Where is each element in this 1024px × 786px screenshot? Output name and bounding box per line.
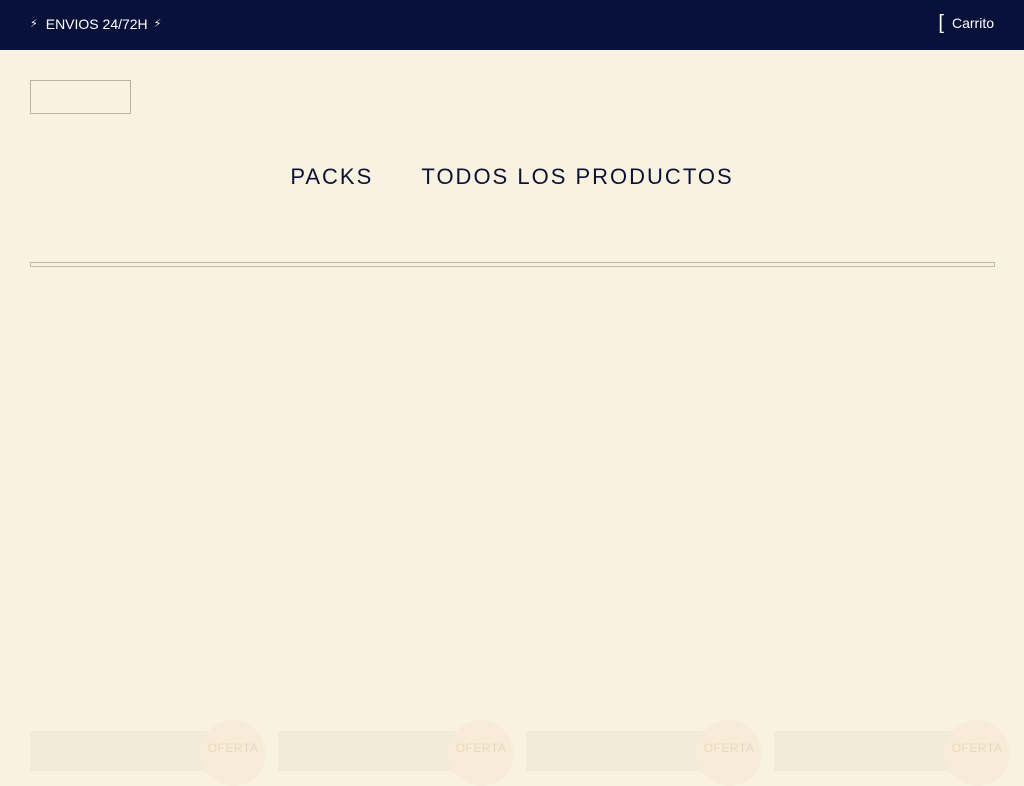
sale-badge: OFERTA xyxy=(200,720,266,786)
sale-badge: OFERTA xyxy=(944,720,1010,786)
nav-item-packs[interactable]: PACKS xyxy=(290,164,373,190)
cart-link[interactable]: [ Carrito xyxy=(938,13,994,33)
sale-badge: OFERTA xyxy=(696,720,762,786)
sale-badge: OFERTA xyxy=(448,720,514,786)
cart-bracket-icon: [ xyxy=(938,12,944,34)
lightning-icon: ⚡ xyxy=(30,18,38,30)
announcement: ⚡ ENVIOS 24/72H ⚡ xyxy=(30,15,161,33)
nav-item-all-products[interactable]: TODOS LOS PRODUCTOS xyxy=(421,164,733,190)
announcement-text: ENVIOS 24/72H xyxy=(45,16,148,32)
cart-label: Carrito xyxy=(951,15,994,31)
main-nav: PACKS TODOS LOS PRODUCTOS xyxy=(0,164,1024,190)
lightning-icon: ⚡ xyxy=(153,18,162,30)
announcement-bar: ⚡ ENVIOS 24/72H ⚡ [ Carrito xyxy=(0,0,1024,50)
search-input[interactable] xyxy=(30,262,995,267)
logo[interactable] xyxy=(30,80,131,114)
